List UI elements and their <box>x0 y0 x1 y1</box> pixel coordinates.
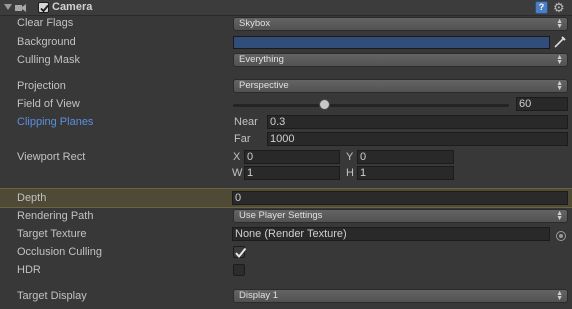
viewport-rect-label: Viewport Rect <box>17 151 86 163</box>
dropdown-arrows-icon: ▲ ▼ <box>556 210 563 222</box>
fold-arrow-icon[interactable] <box>4 4 12 10</box>
culling-mask-dropdown[interactable]: Everything ▲ ▼ <box>233 53 568 67</box>
target-texture-field[interactable]: None (Render Texture) <box>232 227 550 241</box>
object-picker-icon[interactable] <box>556 231 566 241</box>
viewport-x-field[interactable]: 0 <box>244 150 340 164</box>
culling-mask-value: Everything <box>239 54 284 65</box>
near-label: Near <box>234 116 258 128</box>
component-enabled-checkbox[interactable] <box>38 2 49 13</box>
target-display-label: Target Display <box>17 290 87 302</box>
far-field[interactable]: 1000 <box>267 132 568 146</box>
check-icon <box>40 4 49 13</box>
dropdown-arrows-icon: ▲ ▼ <box>556 54 563 66</box>
hdr-label: HDR <box>17 264 41 276</box>
depth-field[interactable]: 0 <box>232 191 568 205</box>
occlusion-culling-checkbox[interactable] <box>233 246 247 259</box>
clipping-planes-label: Clipping Planes <box>17 116 94 128</box>
viewport-y-field[interactable]: 0 <box>357 150 454 164</box>
rendering-path-label: Rendering Path <box>17 210 94 222</box>
dropdown-arrows-icon: ▲ ▼ <box>556 80 563 92</box>
depth-label: Depth <box>17 192 47 204</box>
fov-value-field[interactable]: 60 <box>516 97 568 111</box>
clear-flags-dropdown[interactable]: Skybox ▲ ▼ <box>233 17 568 31</box>
clear-flags-value: Skybox <box>239 18 271 29</box>
near-field[interactable]: 0.3 <box>267 115 568 129</box>
viewport-h-field[interactable]: 1 <box>357 166 454 180</box>
component-title: Camera <box>52 1 93 13</box>
component-header: Camera ? ⚙ <box>0 0 572 16</box>
fov-slider-track[interactable] <box>233 104 509 107</box>
target-texture-label: Target Texture <box>17 228 87 240</box>
viewport-w-field[interactable]: 1 <box>244 166 340 180</box>
viewport-y-label: Y <box>346 151 354 163</box>
background-color-swatch[interactable] <box>233 36 550 49</box>
help-icon[interactable]: ? <box>535 1 548 14</box>
viewport-x-label: X <box>233 151 241 163</box>
field-of-view-label: Field of View <box>17 98 80 110</box>
viewport-w-label: W <box>232 167 243 179</box>
occlusion-culling-label: Occlusion Culling <box>17 246 102 258</box>
background-label: Background <box>17 36 76 48</box>
culling-mask-label: Culling Mask <box>17 54 80 66</box>
rendering-path-value: Use Player Settings <box>239 210 323 221</box>
rendering-path-dropdown[interactable]: Use Player Settings ▲ ▼ <box>233 209 568 223</box>
dropdown-arrows-icon: ▲ ▼ <box>556 290 563 302</box>
dropdown-arrows-icon: ▲ ▼ <box>556 18 563 30</box>
target-display-value: Display 1 <box>239 290 279 301</box>
hdr-checkbox[interactable] <box>233 264 245 276</box>
fov-slider-thumb[interactable] <box>319 99 331 110</box>
camera-icon <box>15 4 26 12</box>
color-picker-icon[interactable] <box>553 35 567 49</box>
far-label: Far <box>234 133 251 145</box>
viewport-h-label: H <box>346 167 354 179</box>
projection-value: Perspective <box>239 80 289 91</box>
clear-flags-label: Clear Flags <box>17 17 74 29</box>
target-display-dropdown[interactable]: Display 1 ▲ ▼ <box>233 289 568 303</box>
projection-dropdown[interactable]: Perspective ▲ ▼ <box>233 79 568 93</box>
projection-label: Projection <box>17 80 66 92</box>
gear-icon[interactable]: ⚙ <box>553 0 569 15</box>
check-icon <box>235 247 247 259</box>
